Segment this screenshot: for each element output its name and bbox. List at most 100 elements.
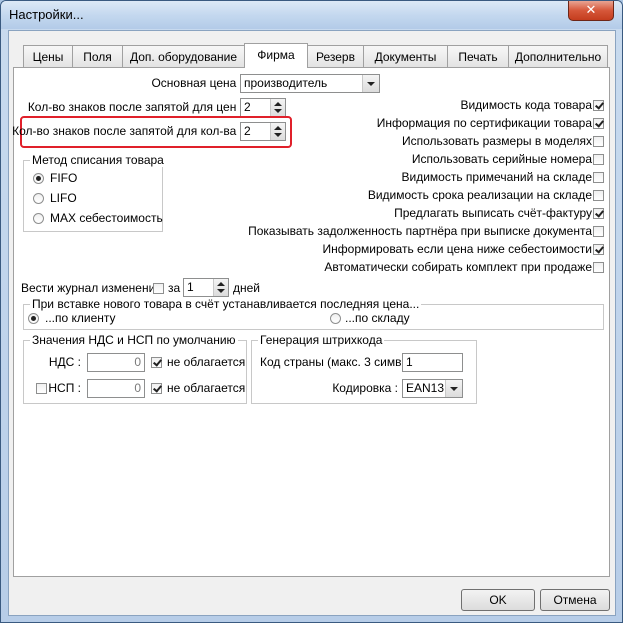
encoding-label: Кодировка : (332, 381, 398, 395)
price-decimals-stepper[interactable]: 2 (240, 98, 286, 117)
tab-additional[interactable]: Дополнительно (508, 45, 608, 67)
cert-info-checkbox[interactable] (593, 118, 604, 129)
tab-fields[interactable]: Поля (72, 45, 123, 67)
fifo-radio[interactable] (33, 173, 44, 184)
spin-arrows-icon[interactable] (213, 279, 228, 296)
show-item-code-label: Видимость кода товара (460, 98, 592, 112)
by-warehouse-label: ...по складу (345, 311, 410, 325)
tab-reserve[interactable]: Резерв (307, 45, 364, 67)
serial-numbers-label: Использовать серийные номера (411, 152, 592, 166)
base-price-select[interactable]: производитель (240, 74, 380, 93)
spin-arrows-icon[interactable] (270, 123, 285, 140)
vat-label: НДС : (48, 355, 81, 369)
partner-debt-checkbox[interactable] (593, 226, 604, 237)
chevron-down-icon[interactable] (445, 380, 462, 397)
tab-label: Печать (458, 50, 498, 64)
country-code-label: Код страны (макс. 3 симв.) (260, 355, 409, 369)
price-below-cost-label: Информировать если цена ниже себестоимос… (322, 242, 592, 256)
writeoff-group-title: Метод списания товара (30, 153, 166, 167)
close-button[interactable]: ✕ (568, 1, 614, 21)
by-warehouse-radio[interactable] (330, 313, 341, 324)
price-decimals-value: 2 (244, 100, 251, 114)
encoding-select[interactable]: EAN13 (402, 379, 463, 398)
insert-price-group: При вставке нового товара в счёт устанав… (23, 297, 604, 330)
days-label: дней (233, 281, 261, 295)
writeoff-group: Метод списания товара FIFO LIFO MAX себе… (23, 153, 166, 232)
cancel-label: Отмена (553, 593, 597, 607)
max-cost-radio[interactable] (33, 213, 44, 224)
vat-exempt-checkbox[interactable] (151, 357, 162, 368)
tab-label: Поля (83, 50, 112, 64)
tab-company[interactable]: Фирма (244, 43, 308, 68)
tab-strip: Цены Поля Доп. оборудование Фирма Резерв… (13, 43, 611, 68)
qty-decimals-stepper[interactable]: 2 (240, 122, 286, 141)
tab-documents[interactable]: Документы (363, 45, 448, 67)
use-sizes-checkbox[interactable] (593, 136, 604, 147)
country-code-value: 1 (406, 355, 413, 369)
window-title: Настройки... (9, 7, 84, 22)
title-bar[interactable]: Настройки... ✕ (1, 1, 622, 29)
chevron-down-icon[interactable] (362, 75, 379, 92)
tab-label: Резерв (316, 50, 355, 64)
use-sizes-label: Использовать размеры в моделях (402, 134, 592, 148)
lifo-label: LIFO (50, 191, 77, 205)
tab-label: Дополнительно (514, 50, 602, 64)
invoice-offer-checkbox[interactable] (593, 208, 604, 219)
tab-label: Фирма (257, 48, 295, 62)
invoice-offer-label: Предлагать выписать счёт-фактуру (394, 206, 592, 220)
partner-debt-label: Показывать задолженность партнёра при вы… (248, 224, 592, 238)
expiry-label: Видимость срока реализации на складе (367, 188, 592, 202)
nsp-exempt-checkbox[interactable] (151, 383, 162, 394)
qty-decimals-value: 2 (244, 124, 251, 138)
base-price-label: Основная цена : (151, 76, 243, 90)
vat-value: 0 (134, 355, 141, 369)
tab-print[interactable]: Печать (447, 45, 509, 67)
nsp-input[interactable]: 0 (87, 379, 145, 398)
cancel-button[interactable]: Отмена (540, 589, 610, 611)
change-log-checkbox[interactable] (153, 283, 164, 294)
price-below-cost-checkbox[interactable] (593, 244, 604, 255)
barcode-group-title: Генерация штрихкода (258, 333, 385, 347)
lifo-radio[interactable] (33, 193, 44, 204)
nsp-exempt-label: не облагается (167, 381, 246, 395)
fifo-label: FIFO (50, 171, 78, 185)
by-client-radio[interactable] (28, 313, 39, 324)
ok-label: OK (489, 593, 507, 607)
client-area: Цены Поля Доп. оборудование Фирма Резерв… (8, 30, 616, 616)
tab-label: Цены (32, 50, 64, 64)
by-client-label: ...по клиенту (45, 311, 116, 325)
change-log-label: Вести журнал изменений (21, 281, 163, 295)
settings-window: Настройки... ✕ Цены Поля Доп. оборудован… (0, 0, 623, 623)
encoding-value: EAN13 (406, 381, 445, 395)
change-log-for-label: за (168, 281, 181, 295)
price-decimals-label: Кол-во знаков после запятой для цен : (27, 100, 243, 114)
country-code-input[interactable]: 1 (402, 353, 463, 372)
vat-group: Значения НДС и НСП по умолчанию НДС : 0 … (23, 333, 247, 404)
qty-decimals-label: Кол-во знаков после запятой для кол-ва : (12, 124, 243, 138)
serial-numbers-checkbox[interactable] (593, 154, 604, 165)
company-tab-panel: Основная цена : производитель Кол-во зна… (12, 67, 610, 577)
auto-kit-checkbox[interactable] (593, 262, 604, 273)
vat-exempt-label: не облагается (167, 355, 246, 369)
spin-arrows-icon[interactable] (270, 99, 285, 116)
show-item-code-checkbox[interactable] (593, 100, 604, 111)
barcode-group: Генерация штрихкода Код страны (макс. 3 … (251, 333, 477, 404)
tab-equipment[interactable]: Доп. оборудование (122, 45, 245, 67)
nsp-value: 0 (134, 381, 141, 395)
nsp-checkbox[interactable] (36, 383, 47, 394)
max-cost-label: MAX себестоимость (50, 211, 163, 225)
log-days-value: 1 (187, 280, 194, 294)
auto-kit-label: Автоматически собирать комплект при прод… (324, 260, 592, 274)
base-price-value: производитель (244, 76, 328, 90)
stock-notes-label: Видимость примечаний на складе (401, 170, 592, 184)
cert-info-label: Информация по сертификации товара (376, 116, 592, 130)
tab-prices[interactable]: Цены (23, 45, 73, 67)
vat-input[interactable]: 0 (87, 353, 145, 372)
log-days-stepper[interactable]: 1 (183, 278, 229, 297)
expiry-checkbox[interactable] (593, 190, 604, 201)
ok-button[interactable]: OK (461, 589, 535, 611)
tab-label: Доп. оборудование (129, 50, 238, 64)
close-icon: ✕ (585, 2, 597, 17)
stock-notes-checkbox[interactable] (593, 172, 604, 183)
vat-group-title: Значения НДС и НСП по умолчанию (30, 333, 238, 347)
